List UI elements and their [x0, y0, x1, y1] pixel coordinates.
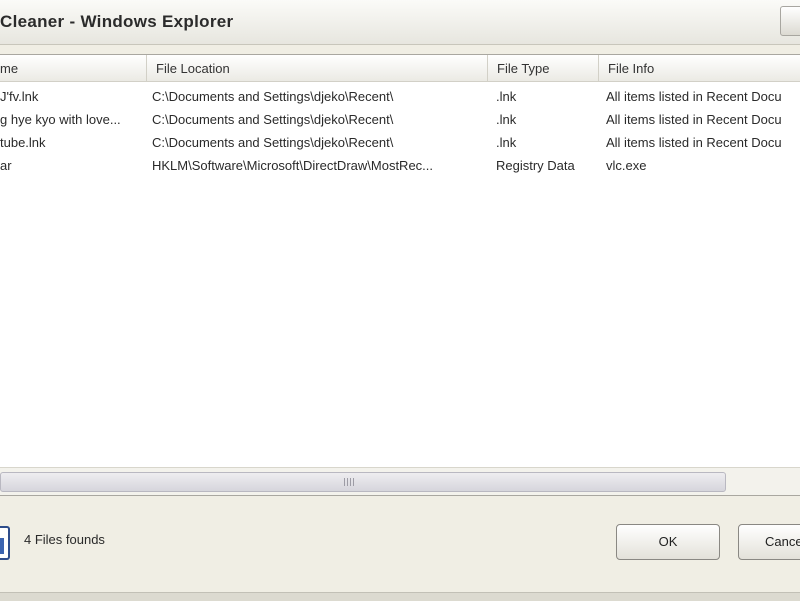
cell-file-location: C:\Documents and Settings\djeko\Recent\ [152, 89, 394, 104]
grip-icon [344, 478, 354, 486]
cell-name: ar [0, 158, 12, 173]
column-header-file-type[interactable]: File Type [487, 55, 598, 81]
cell-file-location: C:\Documents and Settings\djeko\Recent\ [152, 135, 394, 150]
cell-name: J'fv.lnk [0, 89, 39, 104]
horizontal-scrollbar[interactable] [0, 467, 800, 495]
close-icon[interactable] [780, 6, 800, 36]
explorer-window: Cleaner - Windows Explorer me File Locat… [0, 0, 800, 601]
cancel-button[interactable]: Cancel [738, 524, 800, 560]
cell-file-type: .lnk [496, 135, 517, 150]
cell-file-info: All items listed in Recent Docu [606, 135, 782, 150]
cell-file-info: vlc.exe [606, 158, 647, 173]
status-text: 4 Files founds [24, 532, 105, 547]
files-icon [0, 526, 10, 560]
table-row[interactable]: J'fv.lnk C:\Documents and Settings\djeko… [0, 85, 800, 108]
title-bar[interactable]: Cleaner - Windows Explorer [0, 0, 800, 45]
column-headers: me File Location File Type File Info [0, 55, 800, 82]
table-row[interactable]: ar HKLM\Software\Microsoft\DirectDraw\Mo… [0, 154, 800, 177]
status-bar: 4 Files founds OK Cancel [0, 506, 800, 600]
cell-file-location: HKLM\Software\Microsoft\DirectDraw\MostR… [152, 158, 434, 173]
cell-file-type: .lnk [496, 112, 517, 127]
cell-name: g hye kyo with love... [0, 112, 121, 127]
cell-name: tube.lnk [0, 135, 46, 150]
cell-file-info: All items listed in Recent Docu [606, 89, 782, 104]
cell-file-type: .lnk [496, 89, 517, 104]
results-list: me File Location File Type File Info J'f… [0, 54, 800, 496]
column-header-file-info[interactable]: File Info [598, 55, 800, 81]
table-row[interactable]: g hye kyo with love... C:\Documents and … [0, 108, 800, 131]
cell-file-location: C:\Documents and Settings\djeko\Recent\ [152, 112, 394, 127]
ok-button[interactable]: OK [616, 524, 720, 560]
column-header-file-location[interactable]: File Location [146, 55, 487, 81]
cell-file-type: Registry Data [496, 158, 575, 173]
column-header-name[interactable]: me [0, 55, 146, 81]
scrollbar-thumb[interactable] [0, 472, 726, 492]
window-title: Cleaner - Windows Explorer [0, 12, 234, 31]
cell-file-info: All items listed in Recent Docu [606, 112, 782, 127]
table-row[interactable]: tube.lnk C:\Documents and Settings\djeko… [0, 131, 800, 154]
